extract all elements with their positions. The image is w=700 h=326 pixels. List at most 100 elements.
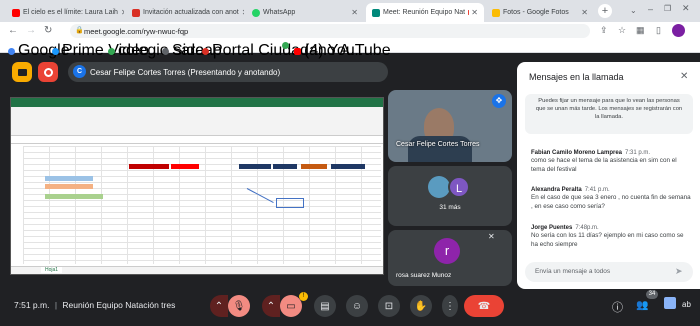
- presentation-icon: [17, 68, 27, 76]
- self-video-tile[interactable]: ✥ Cesar Felipe Cortes Torres: [388, 90, 512, 162]
- clock: 7:51 p.m.: [14, 300, 50, 310]
- present-icon: ⊡: [384, 300, 394, 312]
- close-window-button[interactable]: ✕: [682, 3, 690, 14]
- header-cell-navy-3: [331, 164, 365, 169]
- spotlight-button[interactable]: [12, 62, 32, 82]
- people-icon[interactable]: 👥: [636, 300, 648, 311]
- people-count-badge: 34: [646, 290, 658, 299]
- tab-1[interactable]: El cielo es el límite: Laura Laih✕: [6, 3, 124, 22]
- tab-4-active[interactable]: Meet: Reunión Equipo Nat ✕: [366, 3, 484, 22]
- youtube-icon: [12, 8, 20, 17]
- participant-photo: [428, 176, 450, 198]
- globe-icon: [162, 47, 169, 55]
- tab-2[interactable]: Invitación actualizada con anot✕: [126, 3, 244, 22]
- chat-message: Alexandra Peralta 7:41 p.m. En el caso de…: [531, 187, 691, 210]
- record-icon: [43, 67, 53, 77]
- back-icon[interactable]: ←: [8, 25, 18, 36]
- header-cell-red-2: [171, 164, 199, 169]
- header-cell-red: [129, 164, 169, 169]
- chat-title: Mensajes en la llamada: [529, 72, 624, 82]
- close-chat-button[interactable]: ✕: [680, 71, 688, 82]
- mic-options-button[interactable]: ⌃: [210, 295, 228, 317]
- extensions-icon[interactable]: ▦: [636, 25, 645, 36]
- mic-toggle-button[interactable]: 🎙: [228, 295, 250, 317]
- star-icon[interactable]: ☆: [618, 25, 626, 36]
- participant-name: rosa suarez Munoz: [396, 272, 452, 279]
- row-highlight-green: [45, 194, 103, 199]
- reactions-button[interactable]: ☺: [346, 295, 368, 317]
- formula-bar: [11, 136, 383, 144]
- excel-ribbon: [11, 107, 383, 136]
- minimize-button[interactable]: –: [648, 4, 653, 14]
- hand-icon: ✋: [414, 300, 428, 312]
- others-tile[interactable]: L 31 más: [388, 166, 512, 226]
- chat-panel: Mensajes en la llamada ✕ Puedes fijar un…: [517, 62, 700, 289]
- meeting-title: Reunión Equipo Natación tres: [62, 300, 176, 310]
- close-icon[interactable]: ✕: [351, 8, 358, 17]
- leave-call-button[interactable]: ☎: [464, 295, 504, 317]
- maximize-button[interactable]: ❐: [664, 4, 671, 13]
- portal-icon: [202, 47, 209, 55]
- activities-button[interactable]: ab: [682, 300, 691, 309]
- gmail-icon: [132, 8, 140, 17]
- more-options-button[interactable]: ⋮: [442, 295, 458, 317]
- bookmark-whatsapp[interactable]: [282, 42, 289, 49]
- meet-icon: [372, 8, 380, 17]
- info-icon[interactable]: ⓘ: [612, 299, 623, 315]
- close-icon[interactable]: ✕: [121, 8, 124, 17]
- chat-icon[interactable]: [664, 297, 676, 309]
- move-icon[interactable]: ✥: [492, 94, 506, 108]
- close-icon[interactable]: ✕: [581, 8, 588, 17]
- mic-off-icon: 🎙: [232, 300, 246, 312]
- camera-off-icon: ▭: [286, 300, 296, 312]
- camera-options-button[interactable]: ⌃: [262, 295, 280, 317]
- participant-avatar: r: [434, 238, 460, 264]
- mic-off-icon: ✕: [488, 232, 495, 241]
- captions-icon: ▤: [320, 300, 330, 312]
- sidepanel-icon[interactable]: ▯: [656, 25, 661, 36]
- google-icon: [8, 47, 15, 55]
- photos-icon: [492, 8, 500, 17]
- forward-icon[interactable]: →: [26, 25, 36, 36]
- youtube-icon: [294, 47, 301, 55]
- meeting-info: 7:51 p.m. | Reunión Equipo Natación tres: [14, 300, 175, 310]
- participant-body: [408, 136, 472, 162]
- whatsapp-icon: [252, 8, 260, 17]
- address-bar[interactable]: meet.google.com/ryw-nwuc-fqp: [70, 24, 590, 38]
- whatsapp-icon: [282, 42, 289, 49]
- chat-notice: Puedes fijar un mensaje para que lo vean…: [525, 94, 693, 134]
- stop-presenting-button[interactable]: [38, 62, 58, 82]
- tab-3[interactable]: WhatsApp ✕: [246, 3, 364, 22]
- send-icon[interactable]: ➤: [675, 266, 683, 277]
- close-icon[interactable]: ✕: [242, 8, 244, 17]
- tab-search-icon[interactable]: ⌄: [630, 6, 637, 15]
- shared-screen-spreadsheet: Hoja1: [10, 97, 384, 275]
- raise-hand-button[interactable]: ✋: [410, 295, 432, 317]
- captions-button[interactable]: ▤: [314, 295, 336, 317]
- header-cell-orange: [301, 164, 327, 169]
- close-icon[interactable]: ✕: [471, 8, 478, 17]
- participant-tile[interactable]: r ✕ rosa suarez Munoz: [388, 230, 512, 286]
- emoji-icon: ☺: [351, 300, 363, 312]
- chat-input[interactable]: Envía un mensaje a todos: [525, 262, 693, 282]
- tab-5[interactable]: Fotos - Google Fotos ✕: [486, 3, 594, 22]
- presenter-avatar: C: [73, 65, 86, 78]
- profile-avatar[interactable]: [672, 24, 685, 37]
- others-count: 31 más: [439, 204, 461, 211]
- sheet-tab: Hoja1: [41, 267, 63, 273]
- chat-message: Jorge Puentes 7:48p.m. No sería con los 1…: [531, 225, 684, 248]
- warning-badge: !: [299, 292, 308, 301]
- row-highlight-blue: [45, 176, 93, 181]
- share-icon[interactable]: ⇪: [600, 25, 608, 36]
- separator: |: [54, 300, 58, 310]
- bookmark-youtube[interactable]: (4) YouTube: [294, 42, 391, 60]
- globe-icon: [108, 47, 115, 55]
- presenter-banner: Cesar Felipe Cortes Torres (Presentando …: [68, 62, 388, 82]
- more-vert-icon: ⋮: [445, 300, 455, 312]
- participant-avatar: L: [448, 176, 470, 198]
- reload-icon[interactable]: ↻: [44, 25, 52, 36]
- sheet-tabs-bar: Hoja1: [11, 266, 383, 274]
- present-button[interactable]: ⊡: [378, 295, 400, 317]
- new-tab-button[interactable]: +: [598, 4, 612, 18]
- excel-titlebar: [11, 98, 383, 107]
